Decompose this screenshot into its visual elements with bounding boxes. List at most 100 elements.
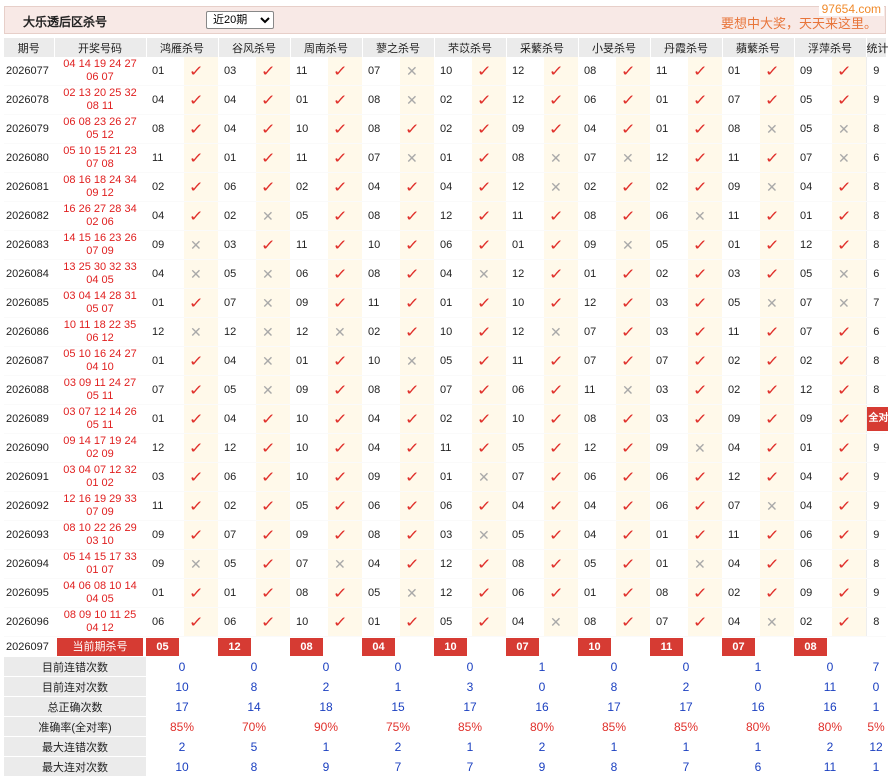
col-header-expert[interactable]: 鸿雁杀号: [146, 38, 218, 57]
result-mark-cell: ✓: [688, 57, 722, 86]
result-mark-cell: ✓: [328, 434, 362, 463]
table-row: 202608903 07 12 14 2605 1101✓04✓10✓04✓02…: [4, 405, 886, 434]
check-icon: ✓: [621, 555, 636, 573]
result-mark-cell: ✓: [400, 289, 434, 318]
check-icon: ✓: [837, 439, 852, 457]
period-cell: 2026084: [4, 260, 54, 289]
cross-icon: ✕: [406, 353, 418, 369]
result-mark-cell: ✓: [832, 173, 866, 202]
result-mark-cell: ✓: [760, 260, 794, 289]
check-icon: ✓: [189, 294, 204, 312]
check-icon: ✓: [477, 584, 492, 602]
kill-number-cell: 05: [290, 202, 328, 231]
kill-number-cell: 11: [146, 144, 184, 173]
result-mark-cell: ✓: [256, 492, 290, 521]
kill-number-cell: 06: [218, 173, 256, 202]
kill-number-cell: 02: [218, 202, 256, 231]
check-icon: ✓: [405, 265, 420, 283]
kill-number-cell: 01: [362, 608, 400, 637]
winning-numbers-cell: 03 04 07 12 3201 02: [54, 463, 146, 492]
col-header-expert[interactable]: 浮萍杀号: [794, 38, 866, 57]
check-icon: ✓: [189, 439, 204, 457]
result-mark-cell: ✓: [688, 405, 722, 434]
kill-number-cell: 02: [650, 173, 688, 202]
col-header-expert[interactable]: 芣苡杀号: [434, 38, 506, 57]
stat-cell: 8: [866, 173, 886, 202]
result-mark-cell: ✓: [544, 202, 578, 231]
summary-value: 17: [434, 697, 506, 717]
result-mark-cell: ✓: [184, 608, 218, 637]
winning-numbers-cell: 04 06 08 10 1404 05: [54, 579, 146, 608]
col-header-expert[interactable]: 谷风杀号: [218, 38, 290, 57]
kill-number-cell: 02: [146, 173, 184, 202]
summary-row: 最大连对次数1089779876111: [4, 757, 886, 777]
result-mark-cell: ✓: [688, 521, 722, 550]
check-icon: ✓: [693, 294, 708, 312]
result-mark-cell: ✓: [184, 492, 218, 521]
check-icon: ✓: [621, 584, 636, 602]
winning-numbers-cell: 12 16 19 29 3307 09: [54, 492, 146, 521]
col-header-expert[interactable]: 采蘩杀号: [506, 38, 578, 57]
winning-numbers-cell: 05 10 15 21 2307 08: [54, 144, 146, 173]
check-icon: ✓: [621, 323, 636, 341]
result-mark-cell: ✕: [256, 260, 290, 289]
col-header-expert[interactable]: 蘋蘩杀号: [722, 38, 794, 57]
result-mark-cell: ✓: [760, 86, 794, 115]
current-kill-cell: 08: [794, 637, 866, 658]
stat-cell: 8: [866, 550, 886, 579]
kill-number-cell: 11: [506, 347, 544, 376]
table-row: 202609212 16 19 29 3307 0911✓02✓05✓06✓06…: [4, 492, 886, 521]
summary-value: 8: [578, 757, 650, 777]
back-numbers: 03 10: [59, 535, 141, 548]
result-mark-cell: ✕: [688, 434, 722, 463]
kill-number-cell: 04: [794, 492, 832, 521]
check-icon: ✓: [189, 410, 204, 428]
check-icon: ✓: [189, 613, 204, 631]
result-mark-cell: ✕: [184, 231, 218, 260]
check-icon: ✓: [837, 62, 852, 80]
kill-number-cell: 12: [506, 318, 544, 347]
check-icon: ✓: [477, 555, 492, 573]
back-numbers: 04 05: [59, 274, 141, 287]
period-cell: 2026096: [4, 608, 54, 637]
period-cell: 2026086: [4, 318, 54, 347]
summary-label: 总正确次数: [4, 697, 146, 717]
col-header-expert[interactable]: 周南杀号: [290, 38, 362, 57]
check-icon: ✓: [549, 265, 564, 283]
period-range-select[interactable]: 近20期: [206, 11, 274, 29]
kill-number-cell: 04: [218, 115, 256, 144]
kill-number-cell: 12: [434, 550, 472, 579]
result-mark-cell: ✕: [472, 463, 506, 492]
kill-number-cell: 11: [722, 144, 760, 173]
kill-number-cell: 11: [146, 492, 184, 521]
result-mark-cell: ✓: [256, 405, 290, 434]
result-mark-cell: ✓: [832, 550, 866, 579]
back-numbers: 06 12: [59, 332, 141, 345]
result-mark-cell: ✓: [328, 231, 362, 260]
cross-icon: ✕: [406, 92, 418, 108]
period-cell: 2026093: [4, 521, 54, 550]
table-row: 202609608 09 10 11 2504 1206✓06✓10✓01✓05…: [4, 608, 886, 637]
result-mark-cell: ✓: [616, 550, 650, 579]
col-header-expert[interactable]: 蓼之杀号: [362, 38, 434, 57]
col-header-expert[interactable]: 丹霞杀号: [650, 38, 722, 57]
check-icon: ✓: [477, 236, 492, 254]
front-numbers: 10 11 18 22 35: [59, 319, 141, 332]
winning-numbers-cell: 03 09 11 24 2705 11: [54, 376, 146, 405]
check-icon: ✓: [693, 91, 708, 109]
summary-value: 1: [362, 677, 434, 697]
result-mark-cell: ✓: [328, 521, 362, 550]
kill-number-cell: 04: [362, 434, 400, 463]
check-icon: ✓: [477, 120, 492, 138]
col-header-expert[interactable]: 小旻杀号: [578, 38, 650, 57]
cross-icon: ✕: [190, 237, 202, 253]
check-icon: ✓: [261, 236, 276, 254]
check-icon: ✓: [837, 323, 852, 341]
kill-number-cell: 07: [506, 463, 544, 492]
result-mark-cell: ✕: [184, 260, 218, 289]
current-kill-number: 11: [650, 638, 683, 656]
kill-number-cell: 06: [650, 202, 688, 231]
cross-icon: ✕: [622, 237, 634, 253]
table-row: 202609009 14 17 19 2402 0912✓12✓10✓04✓11…: [4, 434, 886, 463]
table-row: 202608005 10 15 21 2307 0811✓01✓11✓07✕01…: [4, 144, 886, 173]
